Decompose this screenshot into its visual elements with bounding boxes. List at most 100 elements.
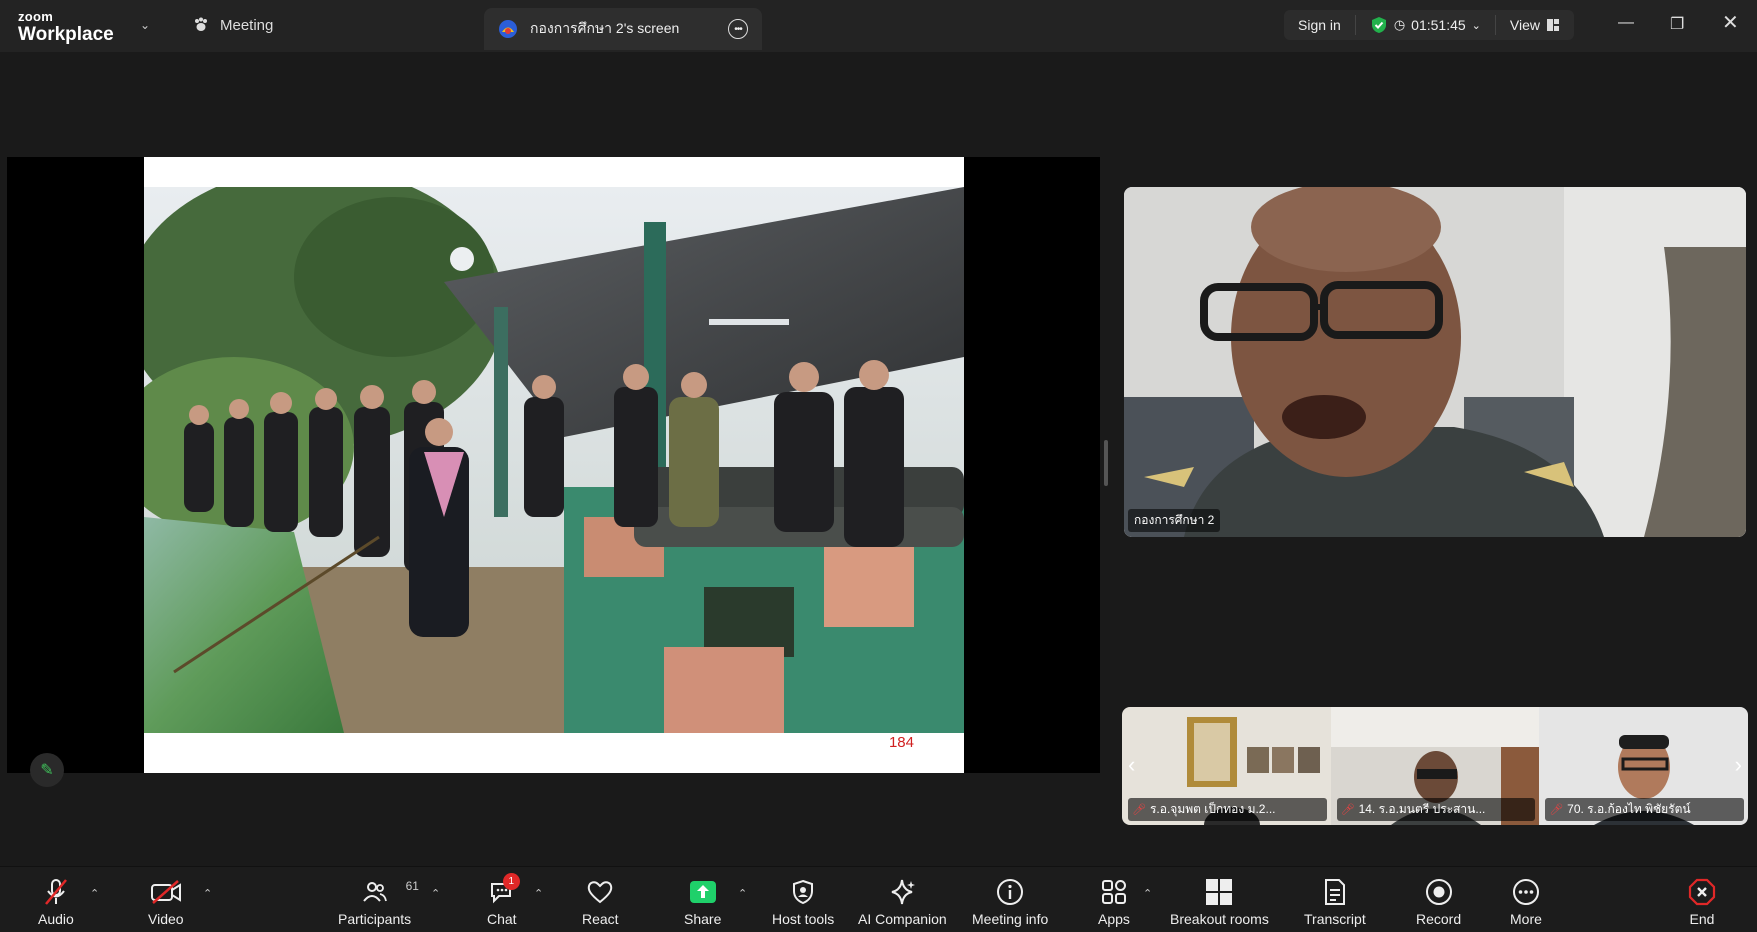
tab-shared-screen-label: กองการศึกษา 2's screen xyxy=(530,20,680,36)
transcript-label: Transcript xyxy=(1304,911,1366,927)
meeting-toolbar: Audio ⌃ Video ⌃ 61 Participants ⌃ 1 Chat… xyxy=(0,866,1757,932)
header-controls: Sign in ◷ 01:51:45 ⌄ View xyxy=(1284,10,1574,40)
clock-icon: ◷ xyxy=(1393,17,1406,32)
participant-tile[interactable]: 🎤︎ 70. ร.อ.ก้องไท พิชัยรัตน์ xyxy=(1539,707,1748,825)
end-meeting-button[interactable]: End xyxy=(1688,877,1716,927)
share-screen-icon xyxy=(689,881,716,903)
participant-tile[interactable]: 🎤︎ ร.อ.จุมพต เป็กทอง ม.2... xyxy=(1122,707,1331,825)
end-label: End xyxy=(1689,911,1715,927)
chevron-left-icon[interactable]: ‹ xyxy=(1128,752,1135,778)
presentation-slide: 184 xyxy=(144,157,964,773)
close-icon[interactable]: ✕ xyxy=(1722,10,1739,35)
shared-screen[interactable]: 184 xyxy=(7,157,1100,773)
shield-check-icon xyxy=(1371,17,1386,33)
meeting-info-label: Meeting info xyxy=(972,911,1049,927)
participant-name: 70. ร.อ.ก้องไท พิชัยรัตน์ xyxy=(1567,802,1691,816)
speaker-name-tag: กองการศึกษา 2 xyxy=(1128,509,1221,532)
participant-name: ร.อ.จุมพต เป็กทอง ม.2... xyxy=(1149,802,1276,816)
minimize-icon[interactable]: — xyxy=(1618,14,1634,32)
chevron-right-icon[interactable]: › xyxy=(1735,752,1742,778)
participants-options-chevron-icon[interactable]: ⌃ xyxy=(431,887,440,900)
chat-options-chevron-icon[interactable]: ⌃ xyxy=(534,887,543,900)
more-options-icon[interactable]: ••• xyxy=(728,19,748,39)
video-off-icon xyxy=(150,880,181,904)
participant-label: 🎤︎ ร.อ.จุมพต เป็กทอง ม.2... xyxy=(1128,798,1327,821)
zoom-logo[interactable]: zoom Workplace xyxy=(18,10,114,44)
video-button[interactable]: Video xyxy=(148,877,184,927)
restore-icon[interactable]: ❐ xyxy=(1670,14,1684,34)
chevron-down-icon[interactable]: ⌄ xyxy=(140,18,150,32)
mic-muted-icon: 🎤︎ xyxy=(1549,804,1564,816)
audio-label: Audio xyxy=(38,911,74,927)
title-bar: zoom Workplace ⌄ Meeting กองการศึกษา 2's… xyxy=(0,0,1757,52)
participant-tile[interactable]: 🎤︎ 14. ร.อ.มนตรี ประสาน... xyxy=(1330,707,1540,825)
slide-photo-image xyxy=(144,187,964,733)
heart-icon xyxy=(588,881,613,904)
mic-muted-icon xyxy=(44,879,67,905)
active-speaker-video[interactable]: กองการศึกษา 2 xyxy=(1124,187,1746,537)
breakout-rooms-icon xyxy=(1206,879,1233,905)
record-label: Record xyxy=(1416,911,1462,927)
logo-zoom-text: zoom xyxy=(18,9,54,24)
react-button[interactable]: React xyxy=(582,877,619,927)
host-tools-label: Host tools xyxy=(772,911,835,927)
annotate-pencil-icon[interactable]: ✎ xyxy=(30,753,64,787)
breakout-rooms-label: Breakout rooms xyxy=(1170,911,1269,927)
tab-meeting[interactable]: Meeting xyxy=(192,16,273,34)
slide-photo xyxy=(144,187,964,733)
slide-page-number: 184 xyxy=(888,734,914,751)
view-button[interactable]: View xyxy=(1496,10,1574,40)
timer-value: 01:51:45 xyxy=(1411,17,1466,33)
mic-muted-icon: 🎤︎ xyxy=(1132,804,1146,816)
participant-strip: 🎤︎ ร.อ.จุมพต เป็กทอง ม.2... 🎤︎ 14. ร.อ.มนต… xyxy=(1122,707,1748,825)
participant-name: 14. ร.อ.มนตรี ประสาน... xyxy=(1358,802,1486,816)
participants-count: 61 xyxy=(405,879,419,893)
chevron-down-icon: ⌄ xyxy=(1471,19,1481,32)
record-button[interactable]: Record xyxy=(1416,877,1461,927)
chat-label: Chat xyxy=(487,911,517,927)
participants-label: Participants xyxy=(338,911,412,927)
host-tools-button[interactable]: Host tools xyxy=(772,877,834,927)
video-options-chevron-icon[interactable]: ⌃ xyxy=(203,887,212,900)
apps-options-chevron-icon[interactable]: ⌃ xyxy=(1143,887,1152,900)
audio-button[interactable]: Audio xyxy=(38,877,74,927)
apps-label: Apps xyxy=(1098,911,1130,927)
apps-grid-icon xyxy=(1101,880,1126,904)
view-label: View xyxy=(1509,17,1540,33)
video-label: Video xyxy=(148,911,184,927)
record-icon xyxy=(1425,879,1452,905)
share-button[interactable]: Share xyxy=(684,877,721,927)
meeting-timer[interactable]: ◷ 01:51:45 ⌄ xyxy=(1356,10,1495,40)
tab-shared-screen[interactable]: กองการศึกษา 2's screen ••• xyxy=(484,8,762,50)
sign-in-button[interactable]: Sign in xyxy=(1284,10,1355,40)
panel-resize-handle[interactable] xyxy=(1104,440,1108,486)
breakout-rooms-button[interactable]: Breakout rooms xyxy=(1170,877,1269,927)
meeting-info-button[interactable]: Meeting info xyxy=(972,877,1048,927)
share-options-chevron-icon[interactable]: ⌃ xyxy=(738,887,747,900)
sparkle-icon xyxy=(892,879,916,905)
ai-companion-label: AI Companion xyxy=(858,911,947,927)
more-icon xyxy=(1512,879,1539,905)
participants-button[interactable]: 61 Participants xyxy=(338,877,419,927)
chat-button[interactable]: 1 Chat xyxy=(487,873,520,927)
mic-muted-icon: 🎤︎ xyxy=(1340,804,1355,816)
share-label: Share xyxy=(684,911,722,927)
transcript-button[interactable]: Transcript xyxy=(1304,877,1366,927)
speaker-video-frame xyxy=(1124,187,1746,537)
end-call-icon xyxy=(1688,878,1716,906)
tab-meeting-label: Meeting xyxy=(220,16,274,34)
apps-button[interactable]: Apps xyxy=(1098,877,1130,927)
chat-unread-badge: 1 xyxy=(502,873,520,890)
layout-grid-icon xyxy=(1546,19,1559,31)
audio-options-chevron-icon[interactable]: ⌃ xyxy=(90,887,99,900)
participants-icon xyxy=(362,882,387,902)
participant-label: 🎤︎ 70. ร.อ.ก้องไท พิชัยรัตน์ xyxy=(1545,798,1744,821)
info-icon xyxy=(997,879,1024,905)
ai-companion-button[interactable]: AI Companion xyxy=(858,877,947,927)
react-label: React xyxy=(582,911,619,927)
participant-label: 🎤︎ 14. ร.อ.มนตรี ประสาน... xyxy=(1336,798,1536,821)
more-label: More xyxy=(1510,911,1542,927)
sign-in-label: Sign in xyxy=(1298,17,1341,33)
logo-workplace-text: Workplace xyxy=(18,24,114,45)
more-button[interactable]: More xyxy=(1510,877,1542,927)
